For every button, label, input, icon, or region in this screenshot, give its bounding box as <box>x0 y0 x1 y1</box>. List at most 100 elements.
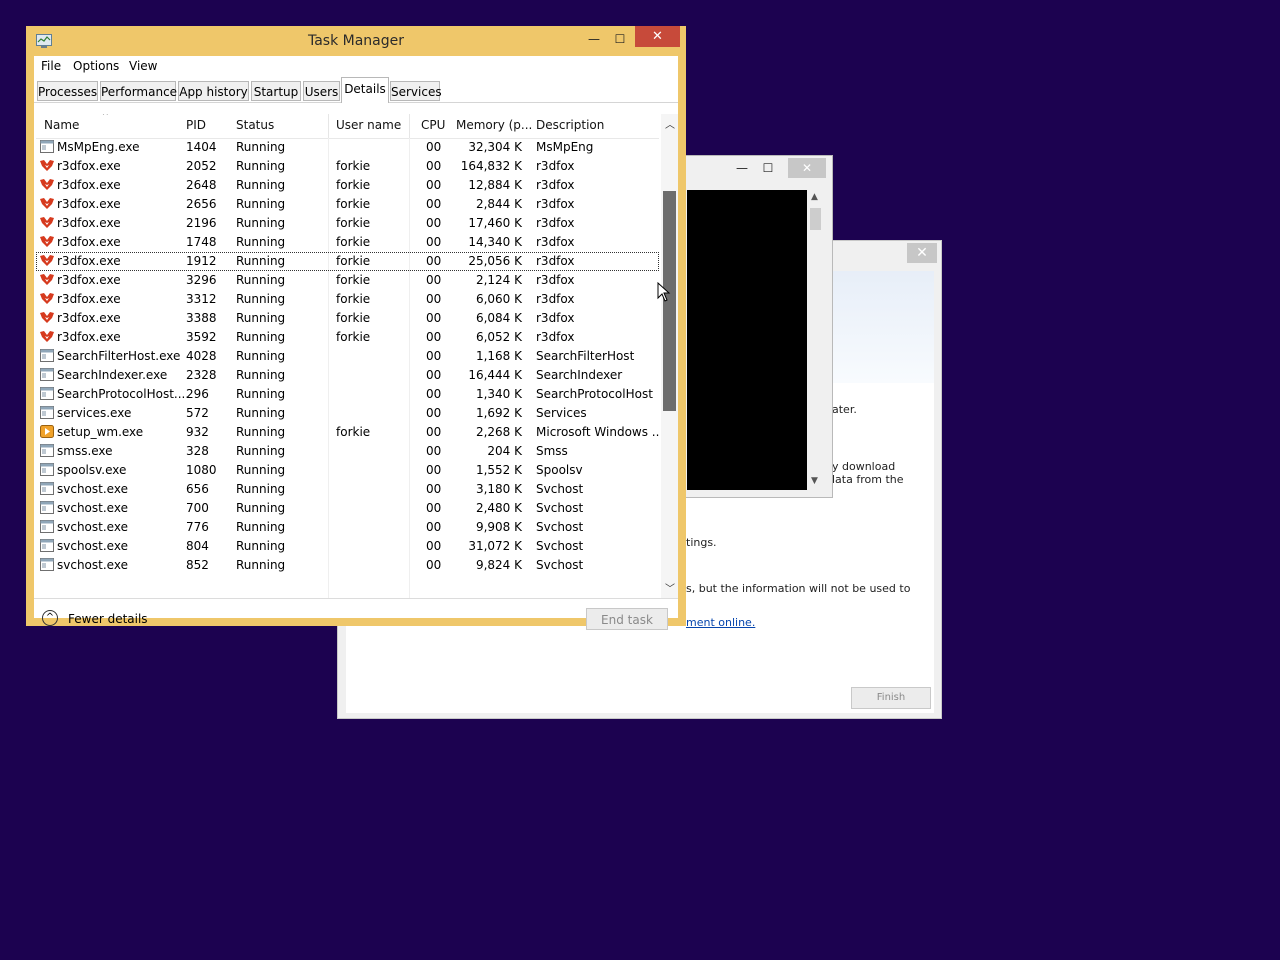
tab-startup[interactable]: Startup <box>251 81 301 101</box>
process-user: forkie <box>336 235 371 249</box>
process-status: Running <box>236 520 286 534</box>
table-row[interactable]: svchost.exe 852 Running 00 9,824 K Svchost <box>36 556 659 575</box>
table-row[interactable]: r3dfox.exe 1748 Running forkie 00 14,340 K r3d… <box>36 233 659 252</box>
column-header-description[interactable]: Description <box>536 118 604 132</box>
column-header-user-name[interactable]: User name <box>336 118 401 132</box>
maximize-button[interactable]: ☐ <box>608 29 632 49</box>
process-status: Running <box>236 159 286 173</box>
column-divider[interactable] <box>328 114 329 138</box>
process-description: SearchIndexer <box>536 368 623 382</box>
process-name: svchost.exe <box>57 501 128 515</box>
scroll-down-icon[interactable]: ▼ <box>811 476 818 486</box>
table-row[interactable]: r3dfox.exe 2648 Running forkie 00 12,884 K r3d… <box>36 176 659 195</box>
column-header-status[interactable]: Status <box>236 118 274 132</box>
table-row[interactable]: smss.exe 328 Running 00 204 K Smss <box>36 442 659 461</box>
table-row[interactable]: services.exe 572 Running 00 1,692 K Services <box>36 404 659 423</box>
process-memory: 1,552 K <box>475 463 522 477</box>
process-description: Svchost <box>536 558 584 572</box>
process-memory: 2,124 K <box>475 273 522 287</box>
r3dfox-icon <box>40 292 54 305</box>
process-memory: 32,304 K <box>468 140 522 154</box>
scroll-down-icon[interactable]: ﹀ <box>665 580 675 595</box>
table-row[interactable]: r3dfox.exe 3388 Running forkie 00 6,084 K r3df… <box>36 309 659 328</box>
application-icon <box>40 349 54 362</box>
column-header-memory[interactable]: Memory (p... <box>456 118 532 132</box>
column-divider[interactable] <box>409 114 410 138</box>
process-description: r3dfox <box>536 273 575 287</box>
chevron-up-icon[interactable]: ^ <box>42 610 58 626</box>
table-row[interactable]: r3dfox.exe 2656 Running forkie 00 2,844 K r3df… <box>36 195 659 214</box>
process-description: Svchost <box>536 501 584 515</box>
tab-users[interactable]: Users <box>303 81 340 101</box>
application-icon <box>40 406 54 419</box>
close-button[interactable]: ✕ <box>635 26 680 47</box>
tab-app-history[interactable]: App history <box>178 81 249 101</box>
installer-text: s, but the information will not be used … <box>686 582 911 595</box>
process-pid: 1912 <box>186 254 217 268</box>
table-row[interactable]: r3dfox.exe 2052 Running forkie 00 164,832 K r3… <box>36 157 659 176</box>
process-memory: 9,908 K <box>475 520 522 534</box>
table-row[interactable]: r3dfox.exe 2196 Running forkie 00 17,460 K r3d… <box>36 214 659 233</box>
console-scrollbar[interactable]: ▲ ▼ <box>807 190 824 490</box>
menu-file[interactable]: File <box>41 59 61 73</box>
process-user: forkie <box>336 254 371 268</box>
column-header-cpu[interactable]: CPU <box>421 118 445 132</box>
process-cpu: 00 <box>426 406 442 420</box>
process-pid: 1080 <box>186 463 217 477</box>
column-header-pid[interactable]: PID <box>186 118 206 132</box>
process-pid: 2052 <box>186 159 217 173</box>
console-minimize-button[interactable]: — <box>728 158 756 178</box>
table-row[interactable]: r3dfox.exe 1912 Running forkie 00 25,056 K r3d… <box>36 252 659 271</box>
finish-button[interactable]: Finish <box>851 687 931 709</box>
fewer-details-link[interactable]: Fewer details <box>68 612 148 626</box>
process-description: r3dfox <box>536 292 575 306</box>
table-row[interactable]: MsMpEng.exe 1404 Running 00 32,304 K MsMpEng <box>36 138 659 157</box>
console-close-button[interactable]: ✕ <box>788 158 826 178</box>
process-status: Running <box>236 406 286 420</box>
process-status: Running <box>236 558 286 572</box>
console-output[interactable] <box>687 190 807 490</box>
task-manager-titlebar[interactable]: Task Manager — ☐ ✕ <box>26 26 686 56</box>
table-header: Name ^ PID Status User name CPU Memory (… <box>36 114 659 139</box>
table-row[interactable]: svchost.exe 776 Running 00 9,908 K Svchost <box>36 518 659 537</box>
menu-view[interactable]: View <box>129 59 157 73</box>
menu-options[interactable]: Options <box>73 59 119 73</box>
table-row[interactable]: svchost.exe 656 Running 00 3,180 K Svchost <box>36 480 659 499</box>
minimize-button[interactable]: — <box>582 29 606 49</box>
table-row[interactable]: spoolsv.exe 1080 Running 00 1,552 K Spoolsv <box>36 461 659 480</box>
console-maximize-button[interactable]: ☐ <box>754 158 782 178</box>
table-row[interactable]: setup_wm.exe 932 Running forkie 00 2,268 K Mic… <box>36 423 659 442</box>
process-cpu: 00 <box>426 349 442 363</box>
installer-text: lata from the <box>832 473 904 486</box>
end-task-button[interactable]: End task <box>586 608 668 630</box>
tab-processes[interactable]: Processes <box>37 81 98 101</box>
tab-services[interactable]: Services <box>390 81 442 101</box>
table-row[interactable]: SearchIndexer.exe 2328 Running 00 16,444 K Se… <box>36 366 659 385</box>
scroll-up-icon[interactable]: ▲ <box>811 192 818 202</box>
table-row[interactable]: r3dfox.exe 3312 Running forkie 00 6,060 K r3df… <box>36 290 659 309</box>
process-cpu: 00 <box>426 311 442 325</box>
table-row[interactable]: svchost.exe 700 Running 00 2,480 K Svchost <box>36 499 659 518</box>
process-pid: 932 <box>186 425 209 439</box>
process-description: r3dfox <box>536 178 575 192</box>
table-row[interactable]: svchost.exe 804 Running 00 31,072 K Svchost <box>36 537 659 556</box>
console-scroll-thumb[interactable] <box>810 208 821 230</box>
table-scrollbar[interactable]: ︿ ﹀ <box>661 114 678 598</box>
tab-details[interactable]: Details <box>341 77 389 103</box>
process-name: r3dfox.exe <box>57 292 121 306</box>
process-status: Running <box>236 216 286 230</box>
column-header-name[interactable]: Name <box>44 118 79 132</box>
table-row[interactable]: r3dfox.exe 3296 Running forkie 00 2,124 K r3df… <box>36 271 659 290</box>
installer-close-button[interactable]: ✕ <box>907 243 937 263</box>
scroll-up-icon[interactable]: ︿ <box>665 116 675 131</box>
tab-performance[interactable]: Performance <box>100 81 177 101</box>
table-row[interactable]: r3dfox.exe 3592 Running forkie 00 6,052 K r3df… <box>36 328 659 347</box>
installer-link[interactable]: ment online. <box>686 616 755 629</box>
process-name: SearchIndexer.exe <box>57 368 168 382</box>
process-user: forkie <box>336 273 371 287</box>
table-row[interactable]: SearchFilterHost.exe 4028 Running 00 1,168 K… <box>36 347 659 366</box>
process-user: forkie <box>336 178 371 192</box>
application-icon <box>40 368 54 381</box>
installer-text: y download <box>832 460 896 473</box>
table-row[interactable]: SearchProtocolHost.... 296 Running 00 1,340 … <box>36 385 659 404</box>
